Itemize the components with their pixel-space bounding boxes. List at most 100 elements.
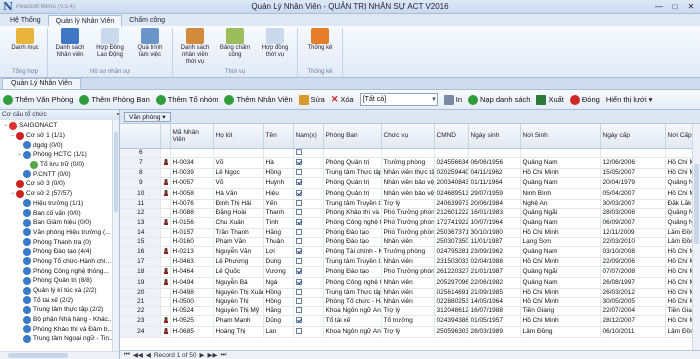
- male-checkbox[interactable]: [295, 297, 302, 304]
- tree-node[interactable]: Tổ tài xế (2/2): [0, 295, 119, 305]
- table-row[interactable]: 18 H-0464 Lê Quốc Vương Phòng Đào tạo Phó Trư…: [120, 266, 699, 278]
- male-checkbox-cell[interactable]: [293, 217, 324, 229]
- expand-toggle-icon[interactable]: −: [2, 123, 9, 129]
- grid-vertical-scrollbar[interactable]: [692, 124, 700, 350]
- last-record-button[interactable]: ⏭: [221, 351, 227, 359]
- table-row[interactable]: 22 H-0524 Nguyễn Thị Mỹ Hằng Khoa Ngôn ngữ A…: [120, 306, 699, 316]
- column-header[interactable]: Ngày sinh: [468, 124, 521, 149]
- ribbon-button[interactable]: Bảng chấm công: [217, 28, 253, 69]
- tree-node[interactable]: Quản lý kí túc xá (2/2): [0, 286, 119, 296]
- tab-he-thong[interactable]: Hệ Thống: [3, 15, 48, 26]
- tree-node[interactable]: Trung tâm thực tập (2/2): [0, 305, 119, 315]
- tree-node[interactable]: Hiệu trưởng (1/1): [0, 199, 119, 209]
- ribbon-button[interactable]: Hợp đồng thời vụ: [257, 28, 293, 69]
- male-checkbox[interactable]: [295, 288, 302, 295]
- male-checkbox-cell[interactable]: [293, 246, 324, 258]
- table-row[interactable]: 15 H-0160 Phạm Văn Thuận Phòng Đào tạo Nhân v…: [120, 237, 699, 247]
- scroll-thumb[interactable]: [8, 353, 68, 358]
- tree-node[interactable]: dgdg (0/0): [0, 140, 119, 150]
- table-row[interactable]: 23 H-0525 Phạm Mạnh Dũng Tổ tài xế Tổ trưởng 0…: [120, 315, 699, 327]
- show-grid-dropdown[interactable]: Hiển thị lưới ▾: [606, 95, 653, 104]
- add-employee-button[interactable]: Thêm Nhân Viên: [224, 94, 293, 105]
- male-checkbox[interactable]: [295, 168, 302, 175]
- male-checkbox-cell[interactable]: [293, 297, 324, 307]
- male-checkbox-cell[interactable]: [293, 306, 324, 316]
- close-form-button[interactable]: Đóng: [569, 94, 600, 105]
- print-button[interactable]: In: [443, 94, 462, 105]
- filter-combobox[interactable]: [Tất cả]: [359, 93, 438, 106]
- scroll-thumb[interactable]: [694, 164, 699, 244]
- prev-page-button[interactable]: ◀◀: [133, 351, 143, 359]
- expand-toggle-icon[interactable]: −: [9, 133, 16, 139]
- tree-node[interactable]: Phòng Công nghệ thông...: [0, 266, 119, 276]
- column-header[interactable]: Phòng Ban: [323, 124, 382, 149]
- male-checkbox-cell[interactable]: [293, 177, 324, 189]
- column-header[interactable]: [120, 124, 161, 149]
- male-checkbox-cell[interactable]: [293, 288, 324, 298]
- table-row[interactable]: 24 H-0685 Hoàng Thị Lan Khoa Ngôn ngữ Anh Trợ…: [120, 326, 699, 338]
- ribbon-button[interactable]: Quá trình làm việc: [132, 28, 168, 69]
- table-row[interactable]: 8 H-0039 Lê Ngọc Hồng Trung tâm Thực tập Nhân…: [120, 168, 699, 178]
- tree-node[interactable]: Phòng Khảo thí và Đảm b...: [0, 324, 119, 334]
- tab-quan-ly-nhan-vien[interactable]: Quản lý Nhân Viên: [47, 15, 123, 26]
- male-checkbox-cell[interactable]: [293, 266, 324, 278]
- tree-node[interactable]: Tổ lưu trữ (0/0): [0, 160, 119, 170]
- table-row[interactable]: 19 H-0494 Nguyễn Bá Ngà Phòng Công nghệ t...…: [120, 277, 699, 289]
- male-checkbox[interactable]: [295, 278, 302, 285]
- male-checkbox[interactable]: [295, 178, 302, 185]
- male-checkbox[interactable]: [295, 267, 302, 274]
- table-row[interactable]: 7 H-0034 Võ Hà Phòng Quản trị Trưởng phòng 024…: [120, 157, 699, 169]
- table-row[interactable]: 11 H-0076 Đinh Thị Hải Yến Trung tâm Truyền …: [120, 199, 699, 209]
- tree-vertical-scrollbar[interactable]: [112, 120, 119, 351]
- male-checkbox[interactable]: [295, 316, 302, 323]
- male-checkbox-cell[interactable]: [293, 228, 324, 238]
- male-checkbox-cell[interactable]: [293, 277, 324, 289]
- ribbon-button[interactable]: Danh mục: [7, 28, 43, 69]
- table-row[interactable]: 6: [120, 148, 699, 158]
- male-checkbox-cell[interactable]: [293, 257, 324, 267]
- tree-node[interactable]: Văn phòng Hiệu trưởng (...: [0, 228, 119, 238]
- next-page-button[interactable]: ▶▶: [208, 351, 218, 359]
- close-button[interactable]: ✕: [684, 1, 698, 12]
- table-row[interactable]: 16 H-0213Nguyễn VănLợi Phòng Tài chính - K…: [120, 246, 699, 258]
- table-row[interactable]: 10 H-0058 Hà Văn Hiệu Phòng Quản trị Nhân viê…: [120, 188, 699, 200]
- table-row[interactable]: 12 H-0088 Đặng Hoài Thanh Phòng Khảo thí và …: [120, 208, 699, 218]
- male-checkbox-cell[interactable]: [293, 326, 324, 338]
- male-checkbox[interactable]: [295, 237, 302, 244]
- column-header[interactable]: Nơi Sinh: [520, 124, 601, 149]
- tree-node[interactable]: Cơ sở 3 (0/0): [0, 179, 119, 189]
- column-header[interactable]: Tên: [263, 124, 294, 149]
- edit-button[interactable]: Sửa: [298, 94, 325, 105]
- maximize-button[interactable]: □: [668, 1, 682, 12]
- male-checkbox[interactable]: [295, 247, 302, 254]
- first-record-button[interactable]: ⏮: [124, 351, 130, 359]
- tree-node[interactable]: Ban Giám hiệu (0/0): [0, 218, 119, 228]
- ribbon-button[interactable]: Danh sách Nhân viên: [52, 28, 88, 69]
- tree-node[interactable]: Bộ phận Nhà hàng - Khác...: [0, 315, 119, 325]
- tree-node[interactable]: Phòng Thanh tra (0): [0, 237, 119, 247]
- male-checkbox-cell[interactable]: [293, 208, 324, 218]
- male-checkbox[interactable]: [295, 158, 302, 165]
- male-checkbox-cell[interactable]: [293, 199, 324, 209]
- tree-node[interactable]: Phòng Tổ chức-Hành chí...: [0, 257, 119, 267]
- male-checkbox[interactable]: [295, 218, 302, 225]
- export-button[interactable]: Xuất: [536, 94, 564, 105]
- tree-node[interactable]: − Phòng HCTC (1/1): [0, 150, 119, 160]
- male-checkbox-cell[interactable]: [293, 157, 324, 169]
- tree-node[interactable]: Phòng Quản trị (8/8): [0, 276, 119, 286]
- male-checkbox[interactable]: [295, 306, 302, 313]
- tab-cham-cong[interactable]: Chấm công: [122, 15, 172, 26]
- column-header[interactable]: Mã Nhân Viên: [170, 124, 214, 149]
- tree-node[interactable]: Trung tâm Ngoại ngữ - Tin...: [0, 334, 119, 344]
- column-header[interactable]: Chức vụ: [381, 124, 435, 149]
- ribbon-button[interactable]: Danh sách nhân viên thời vụ: [177, 28, 213, 69]
- column-header[interactable]: Ngày cấp: [600, 124, 666, 149]
- ribbon-button[interactable]: Thống kê: [302, 28, 338, 69]
- add-office-button[interactable]: Thêm Văn Phòng: [3, 94, 73, 105]
- male-checkbox[interactable]: [295, 257, 302, 264]
- prev-record-button[interactable]: ◀: [146, 351, 151, 359]
- male-checkbox[interactable]: [295, 189, 302, 196]
- group-chip-van-phong[interactable]: Văn phòng ▾: [124, 111, 171, 122]
- ribbon-button[interactable]: Hợp Đồng Lao Động: [92, 28, 128, 69]
- table-row[interactable]: 17 H-0463 Lê Phương Dung Trung tâm Truyền t.…: [120, 257, 699, 267]
